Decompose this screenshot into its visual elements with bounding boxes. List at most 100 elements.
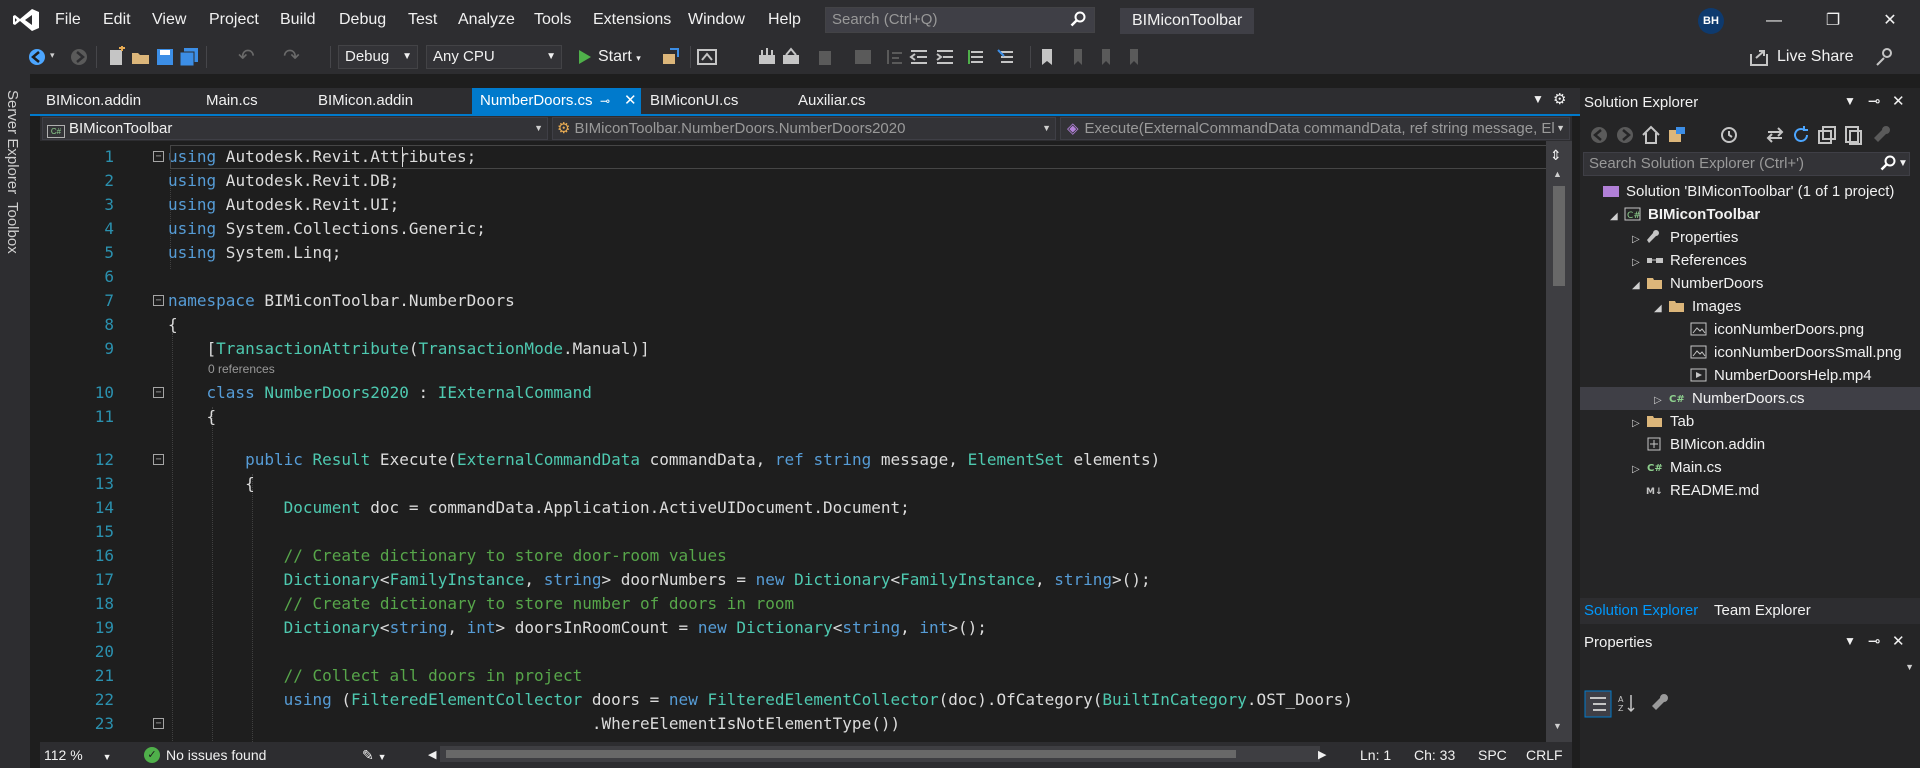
member-navigation-dropdown[interactable]: ◈ Execute(ExternalCommandData commandData…	[1060, 117, 1570, 140]
menu-extensions[interactable]: Extensions	[591, 0, 673, 40]
editor-vertical-scrollbar[interactable]: ⇕ ▲ ▼	[1546, 141, 1572, 742]
property-pages-wrench-icon[interactable]	[1650, 692, 1672, 714]
close-panel-icon[interactable]: ✕	[1892, 92, 1905, 110]
redo-icon[interactable]: ↷	[283, 44, 300, 69]
indent-mode-indicator[interactable]: SPC	[1478, 742, 1507, 768]
decrease-indent-icon[interactable]	[908, 46, 930, 68]
doc-tab-numberdoors-cs[interactable]: NumberDoors.cs ⊸ ✕	[472, 88, 641, 114]
start-debugging-icon[interactable]	[574, 46, 596, 68]
tab-solution-explorer[interactable]: Solution Explorer	[1584, 598, 1698, 624]
menu-build[interactable]: Build	[278, 0, 318, 40]
navigate-forward-icon[interactable]	[68, 46, 90, 68]
avatar[interactable]: BH	[1698, 8, 1724, 34]
pending-changes-filter-icon[interactable]	[1718, 124, 1740, 146]
fold-toggle-icon[interactable]: −	[153, 387, 164, 398]
code-cleanup-brush-icon[interactable]: ✎ ▼	[362, 742, 387, 768]
menu-view[interactable]: View	[150, 0, 188, 40]
run-tests-icon[interactable]	[852, 46, 874, 68]
forward-icon[interactable]	[1614, 124, 1636, 146]
feedback-icon[interactable]	[1874, 46, 1896, 68]
tab-toolbox[interactable]: Toolbox	[4, 202, 21, 254]
live-share-button[interactable]: Live Share	[1777, 45, 1854, 69]
attach-process-icon[interactable]	[660, 46, 682, 68]
pin-icon[interactable]: ⊸	[1868, 92, 1881, 110]
doc-tab-bimicon-addin-2[interactable]: BIMicon.addin	[310, 88, 470, 114]
column-indicator[interactable]: Ch: 33	[1414, 742, 1455, 768]
collapsed-arrow-icon[interactable]: ▷	[1632, 412, 1646, 435]
fold-toggle-icon[interactable]: −	[153, 151, 164, 162]
build-icon[interactable]	[756, 46, 778, 68]
clear-bookmarks-icon[interactable]	[1122, 46, 1144, 68]
menu-file[interactable]: File	[53, 0, 83, 40]
collapse-all-icon[interactable]	[1816, 124, 1838, 146]
menu-debug[interactable]: Debug	[337, 0, 388, 40]
window-position-dropdown-icon[interactable]: ▼	[1844, 94, 1856, 108]
line-ending-indicator[interactable]: CRLF	[1526, 742, 1563, 768]
expanded-arrow-icon[interactable]: ◢	[1654, 297, 1668, 320]
collapsed-arrow-icon[interactable]: ▷	[1632, 228, 1646, 251]
back-dropdown-icon[interactable]: ▾	[50, 50, 55, 61]
menu-window[interactable]: Window	[686, 0, 747, 40]
tree-item[interactable]: ▷ C# Main.cs	[1580, 456, 1920, 479]
expanded-arrow-icon[interactable]: ◢	[1632, 274, 1646, 297]
menu-test[interactable]: Test	[406, 0, 439, 40]
menu-analyze[interactable]: Analyze	[456, 0, 517, 40]
tree-item[interactable]: iconNumberDoors.png	[1580, 318, 1920, 341]
tab-list-dropdown-icon[interactable]: ▼	[1532, 92, 1544, 106]
restore-button[interactable]: ❐	[1813, 8, 1853, 34]
increase-indent-icon[interactable]	[934, 46, 956, 68]
comment-lines-icon[interactable]	[966, 46, 988, 68]
tab-team-explorer[interactable]: Team Explorer	[1714, 598, 1811, 624]
close-panel-icon[interactable]: ✕	[1892, 632, 1905, 650]
rebuild-icon[interactable]	[780, 46, 802, 68]
scroll-down-icon[interactable]: ▼	[1553, 721, 1562, 731]
scroll-left-icon[interactable]: ◀	[428, 742, 436, 768]
start-button[interactable]: Start ▾	[598, 45, 641, 69]
doc-tab-main-cs[interactable]: Main.cs	[198, 88, 306, 114]
tree-item[interactable]: ▷ References	[1580, 249, 1920, 272]
menu-project[interactable]: Project	[207, 0, 261, 40]
menu-edit[interactable]: Edit	[101, 0, 133, 40]
next-bookmark-icon[interactable]	[1094, 46, 1116, 68]
codelens-references[interactable]: 0 references	[208, 359, 275, 379]
align-left-icon[interactable]	[884, 46, 906, 68]
search-box[interactable]: Search (Ctrl+Q)	[825, 7, 1095, 33]
code-editor[interactable]: 1− using Autodesk.Revit.Attributes; 2 usin…	[40, 141, 1572, 742]
cancel-build-icon[interactable]	[814, 46, 836, 68]
editor-horizontal-scrollbar[interactable]	[440, 746, 1320, 762]
previous-bookmark-icon[interactable]	[1066, 46, 1088, 68]
back-icon[interactable]	[1588, 124, 1610, 146]
project-navigation-dropdown[interactable]: C# BIMiconToolbar ▼	[42, 117, 548, 140]
tree-item[interactable]: ◢ Images	[1580, 295, 1920, 318]
tree-item[interactable]: Solution 'BIMiconToolbar' (1 of 1 projec…	[1580, 180, 1920, 203]
close-window-button[interactable]: ✕	[1870, 8, 1910, 34]
open-file-icon[interactable]	[130, 46, 152, 68]
undo-icon[interactable]: ↶	[238, 44, 255, 69]
tab-settings-gear-icon[interactable]: ⚙	[1553, 90, 1566, 108]
tree-item[interactable]: ◢ C# BIMiconToolbar	[1580, 203, 1920, 226]
new-project-icon[interactable]	[106, 46, 128, 68]
line-indicator[interactable]: Ln: 1	[1360, 742, 1391, 768]
class-navigation-dropdown[interactable]: ⚙ BIMiconToolbar.NumberDoors.NumberDoors2…	[552, 117, 1056, 140]
expanded-arrow-icon[interactable]: ◢	[1610, 205, 1624, 228]
zoom-level-dropdown[interactable]: 112 % ▼	[44, 742, 111, 768]
navigate-back-icon[interactable]	[26, 46, 48, 68]
tree-item[interactable]: ◢ NumberDoors	[1580, 272, 1920, 295]
switch-views-icon[interactable]	[1666, 124, 1688, 146]
tree-item[interactable]: ▷ Properties	[1580, 226, 1920, 249]
home-icon[interactable]	[1640, 124, 1662, 146]
fold-toggle-icon[interactable]: −	[153, 295, 164, 306]
sync-with-active-document-icon[interactable]	[1764, 124, 1786, 146]
doc-tab-bimiconui-cs[interactable]: BIMiconUI.cs	[642, 88, 772, 114]
categorized-view-icon[interactable]	[1584, 690, 1612, 718]
scrollbar-thumb[interactable]	[446, 750, 1236, 758]
collapsed-arrow-icon[interactable]: ▷	[1632, 458, 1646, 481]
visual-studio-logo-icon[interactable]	[12, 8, 40, 32]
doc-tab-bimicon-addin[interactable]: BIMicon.addin	[38, 88, 203, 114]
browser-link-icon[interactable]	[696, 46, 718, 68]
uncomment-lines-icon[interactable]	[996, 46, 1018, 68]
menu-tools[interactable]: Tools	[532, 0, 573, 40]
menu-help[interactable]: Help	[766, 0, 803, 40]
issues-indicator[interactable]: No issues found	[166, 742, 266, 768]
refresh-icon[interactable]	[1790, 124, 1812, 146]
